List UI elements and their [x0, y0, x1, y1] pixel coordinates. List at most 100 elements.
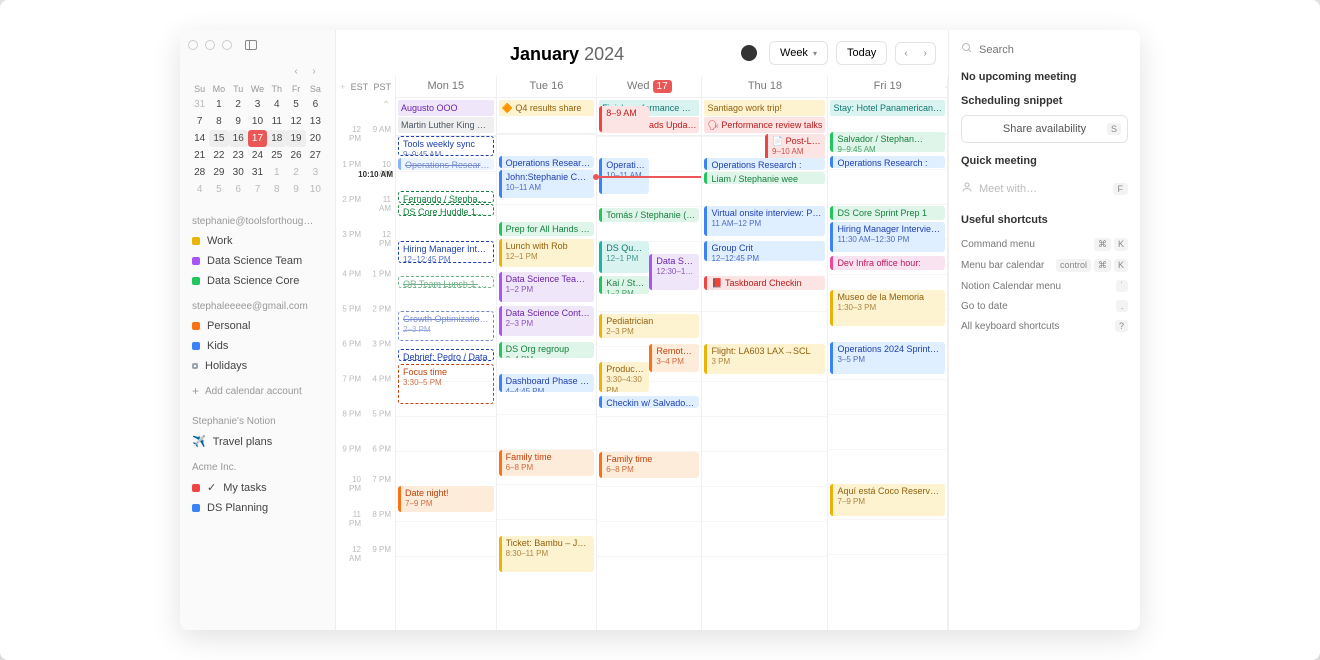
minical-day[interactable]: 22	[209, 147, 228, 164]
collapse-allday-icon[interactable]: ⌃	[382, 100, 390, 111]
event[interactable]: Fernando / Stephanie	[398, 191, 494, 203]
event-area[interactable]: Salvador / Stephan…9–9:45 AM Operations R…	[828, 134, 947, 594]
min-dot[interactable]	[205, 40, 215, 50]
shortcut-row[interactable]: Command menu⌘K	[961, 234, 1128, 255]
event[interactable]: Family time6–8 PM	[599, 452, 699, 478]
allday-event[interactable]: 🔶 Q4 results share	[499, 100, 595, 116]
minical-day[interactable]: 5	[286, 96, 305, 113]
minical-day[interactable]: 7	[248, 181, 267, 198]
calendar-item[interactable]: Kids	[180, 336, 335, 356]
allday-event[interactable]: Martin Luther King …	[398, 117, 494, 133]
event[interactable]: Date night!7–9 PM	[398, 486, 494, 512]
meet-with-row[interactable]: Meet with… F	[961, 175, 1128, 202]
allday-event[interactable]: 🗣 Performance review talks	[704, 117, 825, 133]
event[interactable]: Dashboard Phase II …4–4:45 PM	[499, 374, 595, 392]
event-area[interactable]: Operations All Hands10–11 AM8–9 AMTomás …	[597, 136, 701, 596]
shortcut-row[interactable]: Go to date.	[961, 296, 1128, 316]
minical-day[interactable]: 6	[229, 181, 248, 198]
minical-day[interactable]: 21	[190, 147, 209, 164]
allday-event[interactable]: Stay: Hotel Panamerican…	[830, 100, 945, 116]
minical-day[interactable]: 24	[248, 147, 267, 164]
event-area[interactable]: 📄 Post-Launc…9–10 AMOperations Research …	[702, 136, 827, 596]
minical-day[interactable]: 3	[306, 164, 325, 181]
event[interactable]: Hiring Manager Int…12–12:45 PM	[398, 241, 494, 263]
event[interactable]: Museo de la Memoria1:30–3 PM	[830, 290, 945, 326]
sidebar-toggle-icon[interactable]	[245, 40, 257, 50]
event[interactable]: Virtual onsite interview: Pedro …11 AM–1…	[704, 206, 825, 236]
minical-day[interactable]: 23	[229, 147, 248, 164]
event-area[interactable]: Tools weekly sync9–9:45 AMOperations Res…	[396, 136, 496, 596]
event[interactable]: DS Org regroup3–4 PM	[499, 342, 595, 358]
minical-day[interactable]: 26	[286, 147, 305, 164]
event[interactable]: Pediatrician2–3 PM	[599, 314, 699, 338]
allday-event[interactable]: Santiago work trip!	[704, 100, 825, 116]
calendar-item[interactable]: Data Science Team	[180, 251, 335, 271]
list-item[interactable]: ✓My tasks	[180, 477, 335, 498]
shortcut-row[interactable]: Notion Calendar menu˙	[961, 276, 1128, 296]
minical-day[interactable]: 30	[229, 164, 248, 181]
minical-day[interactable]: 19	[286, 130, 305, 147]
event-area[interactable]: Operations Research :John:Stephanie Coff…	[497, 134, 597, 594]
minical-day[interactable]: 14	[190, 130, 209, 147]
minical-day[interactable]: 1	[267, 164, 286, 181]
minical-day[interactable]: 13	[306, 113, 325, 130]
event[interactable]: Hiring Manager Interview: Gui …11:30 AM–…	[830, 222, 945, 252]
today-button[interactable]: Today	[836, 41, 887, 65]
event[interactable]: Tools weekly sync9–9:45 AM	[398, 136, 494, 156]
calendar-item[interactable]: Holidays	[180, 356, 335, 376]
event[interactable]: Data Science Team Meets1–2 PM	[499, 272, 595, 302]
calendar-item[interactable]: Work	[180, 231, 335, 251]
event[interactable]: OR Team Lunch 1 PM	[398, 276, 494, 288]
shortcut-row[interactable]: Menu bar calendarcontrol⌘K	[961, 255, 1128, 276]
max-dot[interactable]	[222, 40, 232, 50]
next-week-icon[interactable]: ›	[916, 43, 935, 64]
event[interactable]: Debrief: Pedro / Data	[398, 349, 494, 361]
event[interactable]: DS Quarterly Outreach12–1 PM	[599, 241, 649, 273]
minical-day[interactable]: 25	[267, 147, 286, 164]
event[interactable]: Checkin w/ Salvador 4	[599, 396, 699, 408]
event[interactable]: 📄 Post-Launc…9–10 AM	[765, 134, 825, 160]
event[interactable]: Operations Research :	[830, 156, 945, 168]
minical-day[interactable]: 3	[248, 96, 267, 113]
event[interactable]: John:Stephanie Coffee Chat10–11 AM	[499, 170, 595, 198]
event[interactable]: Operations Research :	[704, 158, 825, 170]
event[interactable]: Liam / Stephanie wee	[704, 172, 825, 184]
allday-event[interactable]: Augusto OOO	[398, 100, 494, 116]
calendar-item[interactable]: Data Science Core	[180, 271, 335, 291]
search-input[interactable]	[979, 44, 1128, 56]
event[interactable]: Family time6–8 PM	[499, 450, 595, 476]
minical-day[interactable]: 1	[209, 96, 228, 113]
minical-day[interactable]: 10	[306, 181, 325, 198]
minical-day[interactable]: 2	[286, 164, 305, 181]
minical-day[interactable]: 11	[267, 113, 286, 130]
minical-day[interactable]: 8	[209, 113, 228, 130]
list-item[interactable]: ✈️Travel plans	[180, 431, 335, 452]
minical-day[interactable]: 9	[286, 181, 305, 198]
event[interactable]: Remote visit …3–4 PM	[649, 344, 699, 372]
minical-day[interactable]: 8	[267, 181, 286, 198]
event[interactable]: Aquí está Coco Reservation7–9 PM	[830, 484, 945, 516]
event[interactable]: Data Science Contractor Intake: …2–3 PM	[499, 306, 595, 336]
event[interactable]: Dev Infra office hour:	[830, 256, 945, 270]
share-availability-button[interactable]: Share availability S	[961, 115, 1128, 143]
event[interactable]: Tomás / Stephanie (6W	[599, 208, 699, 222]
close-dot[interactable]	[188, 40, 198, 50]
event[interactable]: Flight: LA603 LAX→SCL3 PM	[704, 344, 825, 374]
minical-prev-icon[interactable]: ‹	[289, 64, 303, 78]
minical-day[interactable]: 2	[229, 96, 248, 113]
event[interactable]: Salvador / Stephan…9–9:45 AM	[830, 132, 945, 152]
minical-day[interactable]: 28	[190, 164, 209, 181]
event[interactable]: Group Crit12–12:45 PM	[704, 241, 825, 261]
minical-day[interactable]: 17	[248, 130, 267, 147]
event[interactable]: Product Marketing …3:30–4:30 PM	[599, 362, 649, 392]
minical-day[interactable]: 4	[267, 96, 286, 113]
event[interactable]: Operations 2024 Sprint Planning3–5 PM	[830, 342, 945, 374]
prev-week-icon[interactable]: ‹	[896, 43, 915, 64]
minical-day[interactable]: 18	[267, 130, 286, 147]
minical-day[interactable]: 6	[306, 96, 325, 113]
add-account-button[interactable]: + Add calendar account	[180, 376, 335, 406]
event[interactable]: Kai / Stepha…1–2 PM	[599, 276, 649, 294]
minical-day[interactable]: 9	[229, 113, 248, 130]
event[interactable]: Prep for All Hands t…	[499, 222, 595, 236]
minical-day[interactable]: 16	[229, 130, 248, 147]
